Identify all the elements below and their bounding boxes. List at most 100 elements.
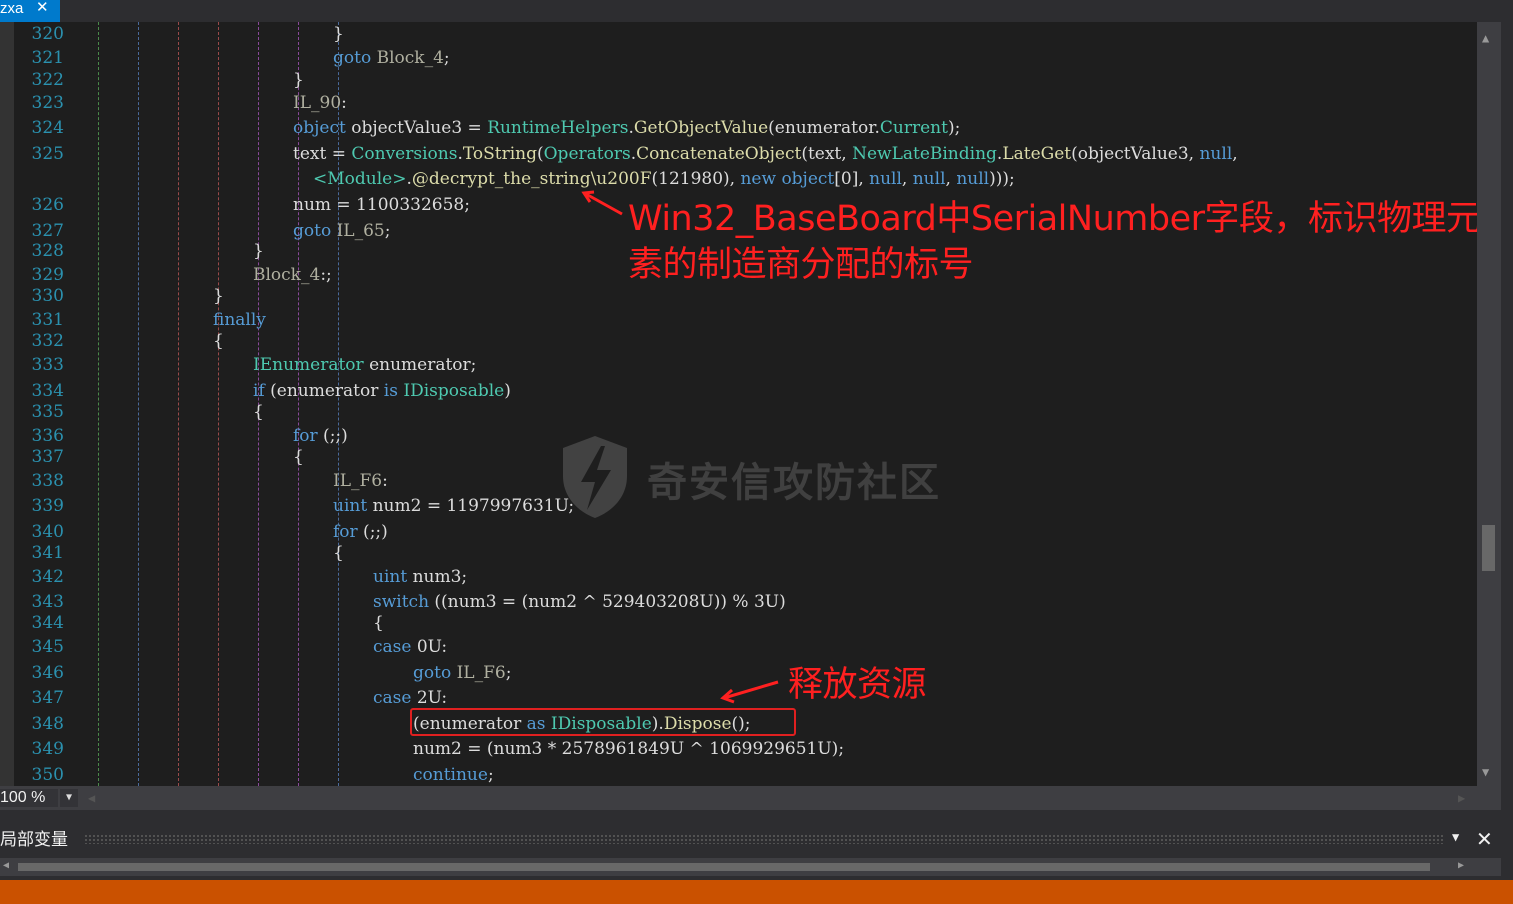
line-number: 333 [31,355,64,375]
code-line: num2 = (num3 * 2578961849U ^ 1069929651U… [413,737,844,761]
line-number: 338 [31,471,64,491]
code-token: ((num3 = (num2 ^ 529403208U)) % 3U) [429,592,786,612]
code-line: { [253,400,264,424]
code-token: IDisposable [403,381,505,401]
locals-panel-title: 局部变量 [0,830,68,849]
code-line: <Module>.@decrypt_the_string\u200F(12198… [313,167,1015,191]
close-icon[interactable]: ✕ [36,0,49,16]
watermark-text: 奇安信攻防社区 [647,460,941,506]
code-line: continue; [413,763,494,786]
line-number: 324 [31,118,64,138]
code-token: null [956,169,990,189]
code-token: ToString [462,144,537,164]
code-line: IL_F6: [333,469,388,493]
code-line: IL_90: [293,91,347,115]
code-token: : [341,93,347,113]
scroll-down-icon[interactable]: ▼ [1482,766,1489,778]
annotation-arrow-dispose [720,680,779,704]
code-token: IEnumerator [253,355,364,375]
window-edge [1501,0,1513,880]
code-line: case 2U: [373,686,447,710]
code-token: , [901,169,913,189]
code-token: } [293,70,304,90]
code-token: (enumerator. [768,118,880,138]
status-bar [0,880,1513,904]
scroll-right-icon[interactable]: ▶ [1458,791,1465,805]
code-token: null [869,169,902,189]
locals-panel-scrollbar[interactable]: ◀ ▶ [0,858,1501,876]
line-number: 339 [31,496,64,516]
panel-close-icon[interactable]: ✕ [1476,827,1493,851]
code-token: Block_4 [253,265,321,285]
code-token: IL_90 [293,93,342,113]
line-number: 326 [31,195,64,215]
code-token: for [333,522,358,542]
line-number: 322 [31,70,64,90]
code-token: LateGet [1002,144,1072,164]
line-number: 320 [31,24,64,44]
code-line: goto IL_65; [293,219,390,243]
code-line: { [293,445,304,469]
line-number: 348 [31,714,64,734]
locals-panel-header: 局部变量 ▼ ✕ [0,826,1501,854]
code-token: for [293,426,318,446]
tab-title: zxa [0,0,24,17]
panel-grip[interactable] [84,834,1444,844]
scrollbar-thumb[interactable] [18,863,1430,871]
panel-options-icon[interactable]: ▼ [1452,830,1459,844]
scroll-right-icon[interactable]: ▶ [1458,860,1464,871]
code-token: num2 = 1197997631U; [367,496,575,516]
code-token: { [253,402,264,422]
line-number: 345 [31,637,64,657]
zoom-level[interactable]: 100 % [0,789,58,807]
code-line: case 0U: [373,635,447,659]
code-token: 0U: [411,637,448,657]
watermark: 奇安信攻防社区 [555,432,975,522]
code-token: is [383,381,398,401]
line-number: 328 [31,241,64,261]
code-token: continue [413,765,488,785]
zoom-dropdown-icon[interactable]: ▼ [60,789,78,807]
code-line: { [213,329,224,353]
code-token: (;;) [357,522,388,542]
code-line: } [293,68,304,92]
indent-guide [178,22,179,786]
code-token: num = 1100332658; [293,195,470,215]
code-token: ; [487,765,494,785]
code-token: NewLateBinding [852,144,997,164]
line-number: 344 [31,613,64,633]
document-tab[interactable]: zxa ✕ [0,0,60,22]
code-token: ; [384,221,391,241]
scrollbar-thumb[interactable] [1482,525,1495,571]
line-number: 323 [31,93,64,113]
line-number: 349 [31,739,64,759]
code-line: } [213,284,224,308]
code-line: if (enumerator is IDisposable) [253,379,511,403]
code-token: , [1232,144,1238,164]
scroll-left-icon[interactable]: ◀ [88,791,95,805]
code-line: { [333,541,344,565]
code-token: <Module> [313,169,407,189]
code-editor[interactable]: 320} 321 goto Block_4; 322} 323 IL_90: 324 obje… [0,22,1501,786]
code-token: if [253,381,265,401]
code-line: } [333,22,344,46]
code-token: [0], [834,169,870,189]
scroll-up-icon[interactable]: ▲ [1482,32,1489,44]
code-token: 2U: [411,688,448,708]
code-token: } [213,286,224,306]
code-token: { [213,331,224,351]
code-token: ; [443,48,450,68]
document-tab-bar: zxa ✕ [0,0,1513,22]
code-token: case [373,688,412,708]
dispose-highlight-box [410,708,796,736]
code-token: @decrypt_the_string\u200F [411,169,652,189]
code-token: } [333,24,344,44]
code-token: Conversions [351,144,458,164]
indent-guide [218,22,219,786]
code-token: goto [413,663,452,683]
scroll-left-icon[interactable]: ◀ [3,860,9,871]
code-token: } [253,241,264,261]
code-token: IL_F6 [333,471,383,491]
vertical-scrollbar[interactable]: ▲ ▼ [1477,22,1501,786]
watermark-logo-icon [563,436,627,518]
